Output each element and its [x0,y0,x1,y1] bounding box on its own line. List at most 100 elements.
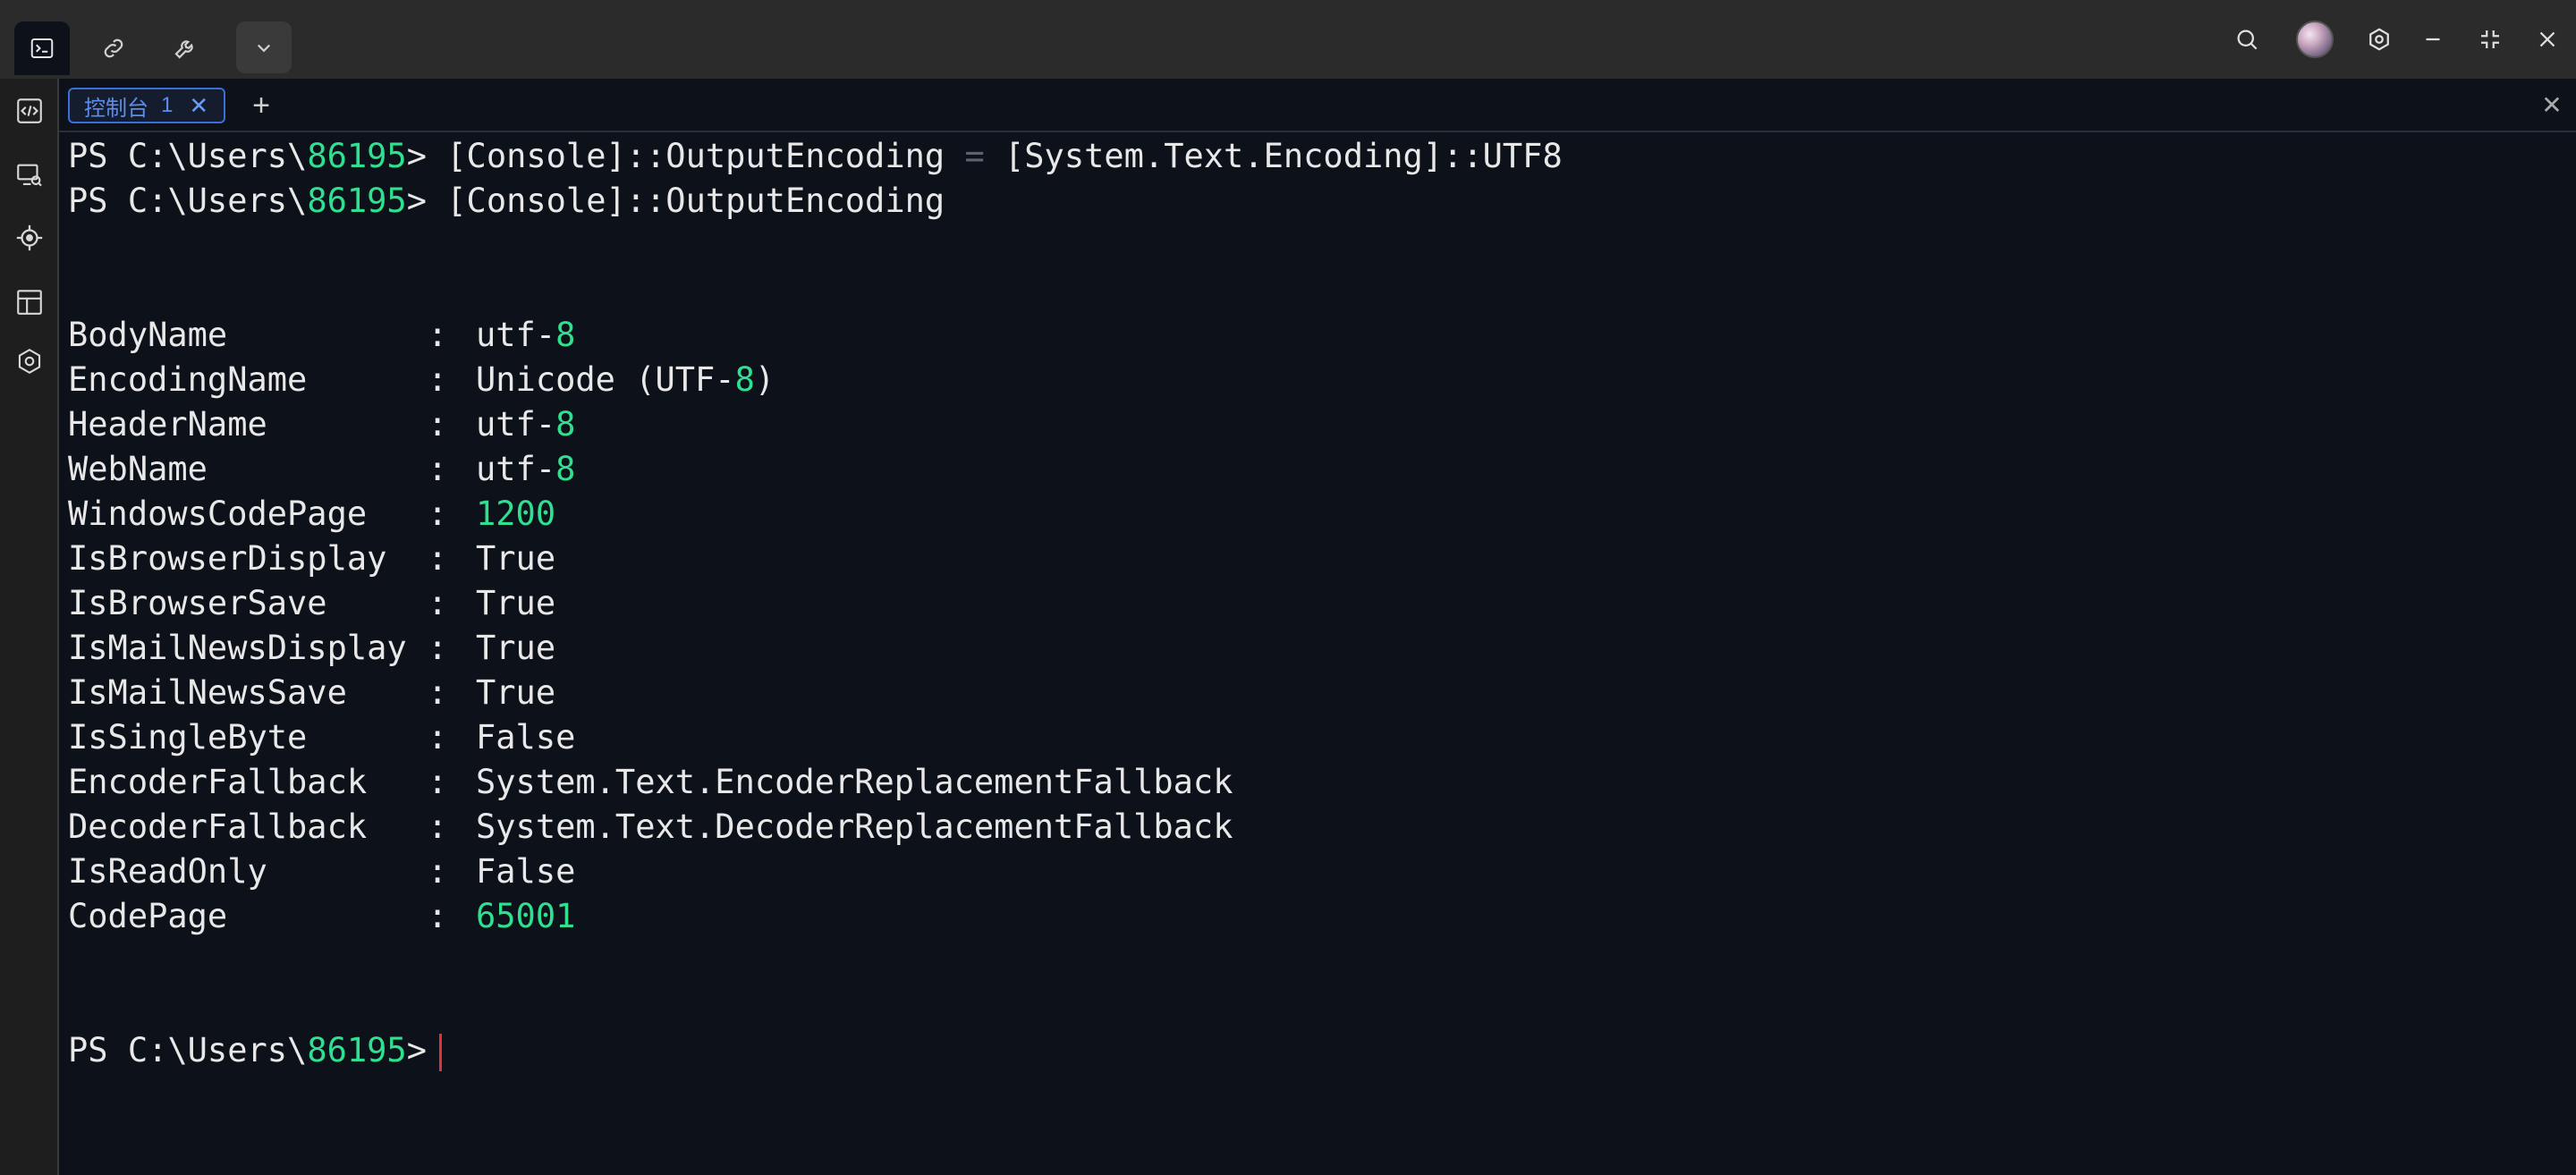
close-icon [2539,31,2555,47]
search-button[interactable] [2222,16,2272,63]
property-value: utf- [476,316,556,354]
command-operator: = [964,137,985,175]
tab-label: 控制台 [84,96,148,121]
wrench-icon [174,40,193,59]
property-row: IsMailNewsSave: True [68,671,555,715]
property-value: True [476,584,556,622]
terminal-output[interactable]: PS C:\Users\86195> [Console]::OutputEnco… [68,134,2563,1171]
property-name: IsReadOnly [68,852,267,891]
property-name: EncoderFallback [68,763,368,801]
command-line-2: PS C:\Users\86195> [Console]::OutputEnco… [68,179,945,224]
link-icon [104,38,123,58]
command-line-prompt: PS C:\Users\86195> [68,1028,442,1073]
prompt-path: PS C:\Users\ [68,182,308,220]
link-button[interactable] [86,21,141,75]
command-text: [System.Text.Encoding]::UTF8 [984,137,1563,175]
avatar-button[interactable] [2290,16,2340,63]
tab-close-icon[interactable]: ✕ [189,92,208,120]
hexagon-settings-icon [18,349,41,374]
property-name: IsBrowserDisplay [68,539,387,578]
search-icon [2237,30,2258,50]
property-name: WindowsCodePage [68,495,368,533]
property-row: WindowsCodePage:1200 [68,492,555,537]
prompt-symbol: > [406,1031,427,1069]
prompt-user: 86195 [307,1031,407,1069]
sidebar-remote-button[interactable] [12,157,47,193]
property-value: System.Text.EncoderReplacementFallback [476,763,1233,801]
terminal-icon [30,38,54,58]
property-value: True [476,673,556,712]
sidebar-code-button[interactable] [12,93,47,129]
property-separator: : [428,495,448,533]
sidebar-target-button[interactable] [12,220,47,256]
property-value: utf- [476,450,556,488]
left-sidebar [0,79,59,1175]
tab-number: 1 [161,93,174,117]
text-cursor [438,1033,442,1071]
minimize-button[interactable] [2408,16,2458,63]
property-name: CodePage [68,897,228,935]
property-name: EncodingName [68,360,308,399]
property-value: True [476,539,556,578]
title-bar [0,0,2576,79]
property-value-number: 8 [555,405,576,444]
restore-icon [2481,30,2499,48]
property-separator: : [428,360,448,399]
prompt-user: 86195 [307,137,407,175]
property-row: DecoderFallback: System.Text.DecoderRepla… [68,805,1233,850]
property-row: CodePage:65001 [68,894,575,939]
command-text: [Console]::OutputEncoding [446,137,965,175]
property-separator: : [428,584,448,622]
property-row: IsBrowserSave: True [68,581,555,626]
tab-strip: 控制台 1 ✕ + ✕ [59,79,2576,132]
minimize-icon [2426,38,2440,41]
property-separator: : [428,629,448,667]
add-tab-button[interactable]: + [243,88,279,123]
property-separator: : [428,852,448,891]
property-separator: : [428,763,448,801]
tab-console-1[interactable]: 控制台 1 ✕ [68,88,225,123]
property-separator: : [428,807,448,846]
command-line-1: PS C:\Users\86195> [Console]::OutputEnco… [68,134,1563,179]
property-value: utf- [476,405,556,444]
property-name: IsMailNewsSave [68,673,347,712]
property-separator: : [428,897,448,935]
settings-icon [2369,28,2389,51]
close-window-button[interactable] [2522,16,2572,63]
sidebar-layout-button[interactable] [12,284,47,320]
command-text: [Console]::OutputEncoding [446,182,945,220]
property-row: IsReadOnly: False [68,850,575,894]
close-panel-icon[interactable]: ✕ [2538,91,2565,119]
property-row: EncoderFallback: System.Text.EncoderRepla… [68,760,1233,805]
property-row: IsMailNewsDisplay: True [68,626,555,671]
tab-dropdown-button[interactable] [236,21,292,73]
property-row: WebName: utf-8 [68,447,575,492]
property-separator: : [428,718,448,757]
property-separator: : [428,539,448,578]
restore-button[interactable] [2465,16,2515,63]
property-value-number: 8 [555,450,576,488]
avatar [2296,21,2334,58]
terminal-tab-button[interactable] [14,21,70,75]
property-name: IsSingleByte [68,718,308,757]
prompt-path: PS C:\Users\ [68,1031,308,1069]
property-name: DecoderFallback [68,807,368,846]
target-icon [16,224,43,251]
property-name: IsBrowserSave [68,584,327,622]
property-value-number: 8 [555,316,576,354]
property-name: HeaderName [68,405,267,444]
prompt-user: 86195 [307,182,407,220]
property-row: EncodingName: Unicode (UTF-8) [68,358,775,402]
code-panel-icon [17,98,42,123]
remote-screen-icon [17,164,42,187]
property-value-number: 8 [734,360,755,399]
sidebar-settings-button[interactable] [12,343,47,379]
tools-button[interactable] [157,21,213,75]
prompt-symbol: > [406,137,447,175]
settings-button[interactable] [2354,16,2404,63]
property-row: IsBrowserDisplay: True [68,537,555,581]
prompt-symbol: > [406,182,447,220]
property-row: IsSingleByte: False [68,715,575,760]
property-name: BodyName [68,316,228,354]
property-separator: : [428,673,448,712]
